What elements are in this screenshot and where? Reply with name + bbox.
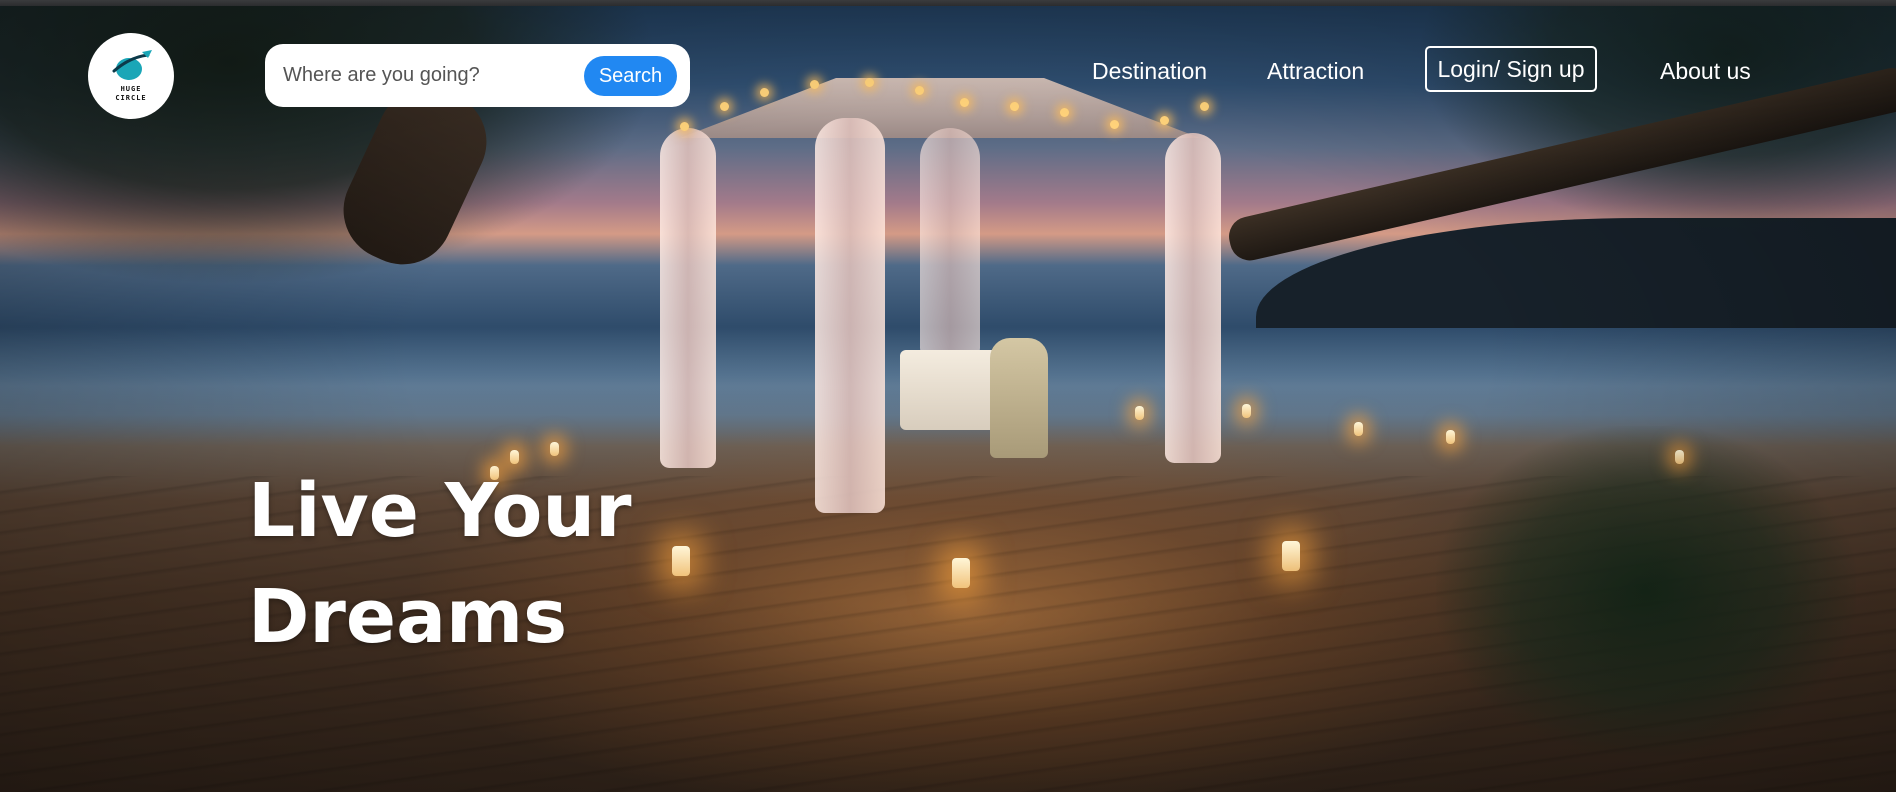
logo-text: HUGE CIRCLE xyxy=(115,85,146,103)
logo-line-2: CIRCLE xyxy=(115,94,147,102)
hero-title-line-2: Dreams xyxy=(248,574,568,660)
search-button[interactable]: Search xyxy=(584,56,677,96)
hero-background-image xyxy=(0,0,1896,792)
nav-attraction[interactable]: Attraction xyxy=(1267,58,1364,85)
login-signup-button[interactable]: Login/ Sign up xyxy=(1425,46,1597,92)
nav-destination[interactable]: Destination xyxy=(1092,58,1207,85)
search-input[interactable] xyxy=(283,58,573,92)
browser-top-edge xyxy=(0,0,1896,6)
site-logo[interactable]: HUGE CIRCLE xyxy=(88,33,174,119)
image-vignette xyxy=(0,6,1896,792)
logo-line-1: HUGE xyxy=(120,85,142,93)
page: HUGE CIRCLE Search Destination Attractio… xyxy=(0,0,1896,792)
hero-title: Live Your Dreams xyxy=(248,458,668,670)
hero-title-line-1: Live Your xyxy=(248,468,632,554)
globe-plane-icon xyxy=(112,50,152,80)
search-bar: Search xyxy=(265,44,690,107)
nav-about-us[interactable]: About us xyxy=(1660,58,1751,85)
